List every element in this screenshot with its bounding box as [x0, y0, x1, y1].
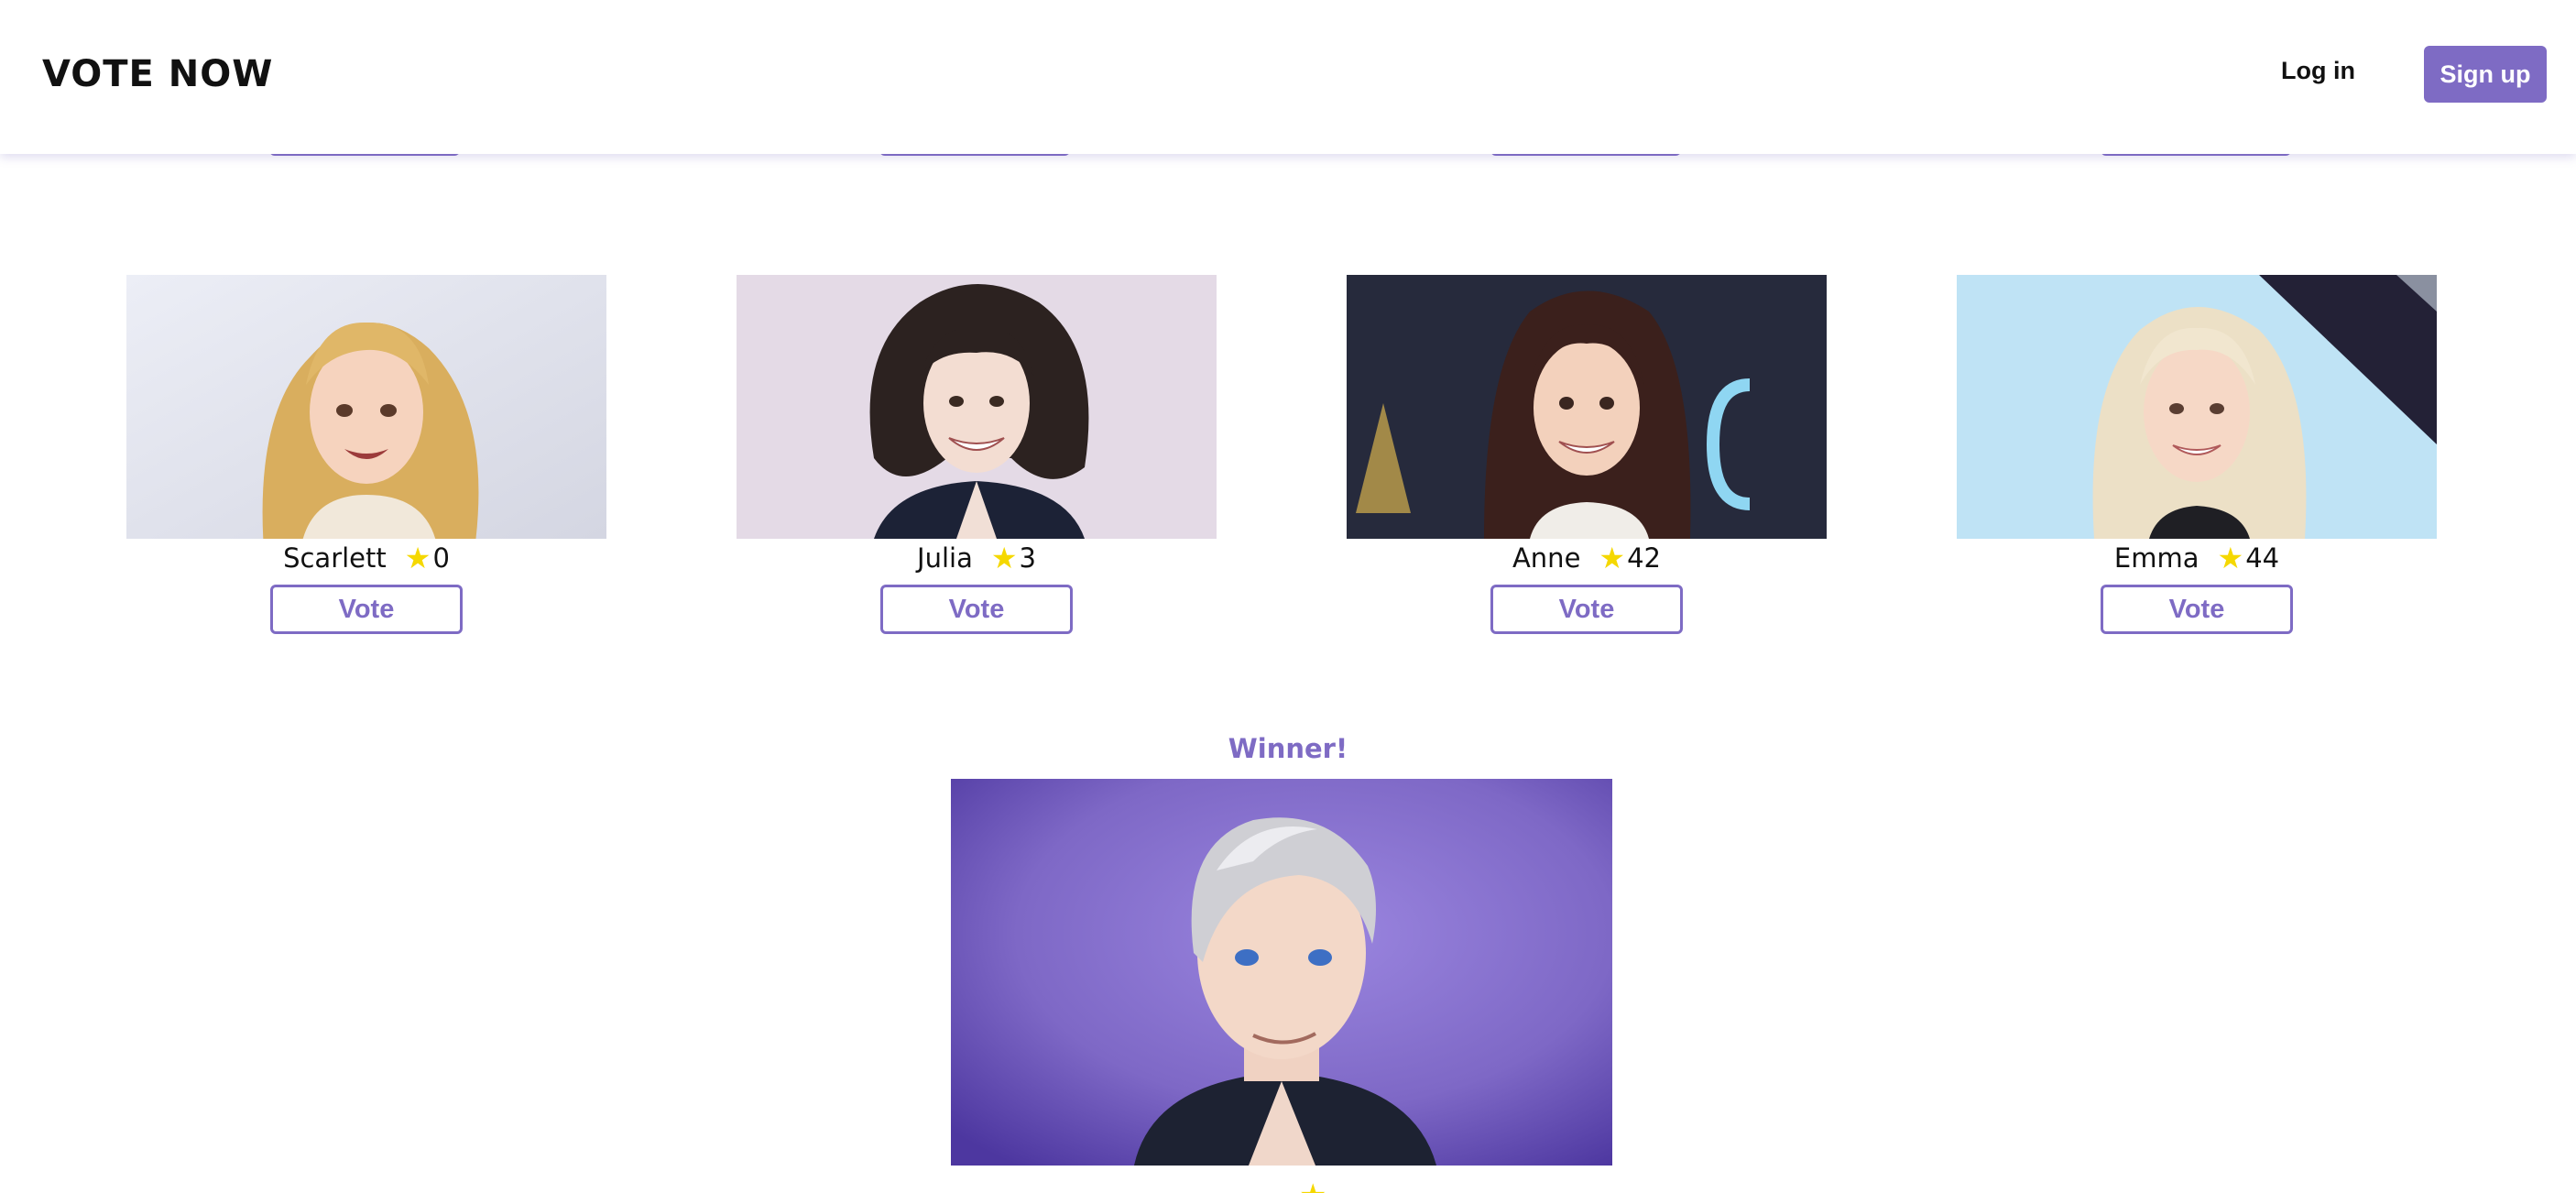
vote-count: 44: [2245, 542, 2280, 574]
vote-button[interactable]: Vote: [2101, 585, 2293, 634]
vote-count: 0: [432, 542, 450, 574]
candidate-card: Anne ★ 42 Vote: [1347, 275, 1827, 634]
brand-logo-text[interactable]: VOTE NOW: [42, 53, 273, 95]
winner-label: Winner!: [1228, 733, 1348, 764]
vote-count: 3: [1019, 542, 1036, 574]
candidate-card: Scarlett ★ 0 Vote: [126, 275, 606, 634]
candidate-name: Emma: [2113, 542, 2199, 574]
star-icon: ★: [2217, 541, 2244, 575]
vote-button[interactable]: Vote: [1490, 585, 1683, 634]
candidate-card: Julia ★ 3 Vote: [737, 275, 1217, 634]
vote-button[interactable]: Vote: [270, 585, 463, 634]
page: VOTE NOW Log in Sign up Scarlett ★ 0 Vot…: [0, 0, 2576, 1193]
vote-button[interactable]: Vote: [880, 585, 1073, 634]
candidate-card: Emma ★ 44 Vote: [1957, 275, 2437, 634]
candidate-info: Anne ★ 42: [1347, 539, 1827, 577]
star-icon: ★: [990, 541, 1018, 575]
candidate-info: Scarlett ★ 0: [126, 539, 606, 577]
vote-count: 42: [1627, 542, 1662, 574]
star-icon: ★: [404, 541, 431, 575]
star-icon: ★: [1299, 1180, 1326, 1193]
candidate-portrait: [1957, 275, 2437, 539]
top-navbar: VOTE NOW Log in Sign up: [0, 0, 2576, 154]
candidate-name: Julia: [917, 542, 973, 574]
candidate-info: Emma ★ 44: [1957, 539, 2437, 577]
candidate-portrait: [126, 275, 606, 539]
candidate-portrait: [1347, 275, 1827, 539]
login-link[interactable]: Log in: [2281, 57, 2355, 85]
candidate-portrait: [737, 275, 1217, 539]
candidate-info: Julia ★ 3: [737, 539, 1217, 577]
star-icon: ★: [1599, 541, 1626, 575]
winner-portrait: [951, 779, 1612, 1166]
signup-button[interactable]: Sign up: [2424, 46, 2547, 103]
candidate-name: Scarlett: [283, 542, 387, 574]
candidate-name: Anne: [1512, 542, 1581, 574]
